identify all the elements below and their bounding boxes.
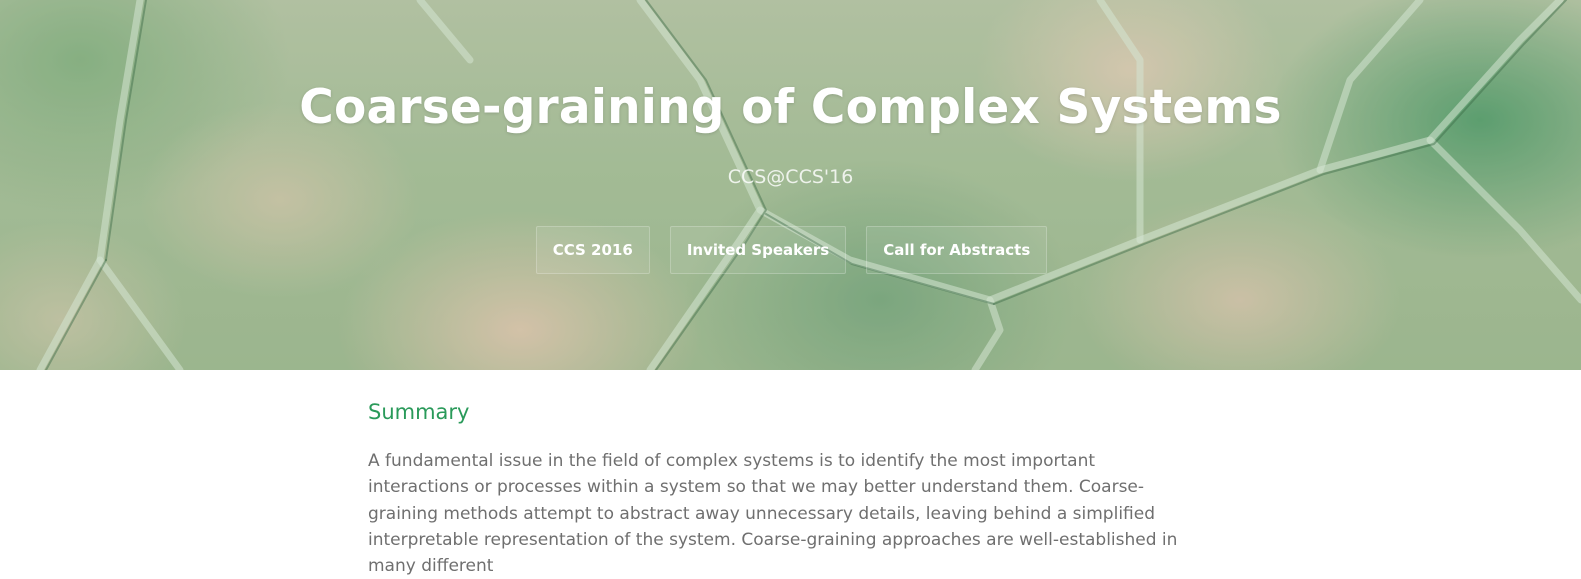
main-content: Summary A fundamental issue in the field… [368,400,1198,579]
hero-banner: Coarse-graining of Complex Systems CCS@C… [0,0,1581,370]
summary-heading: Summary [368,400,470,424]
hero-nav: CCS 2016 Invited Speakers Call for Abstr… [0,226,1581,274]
nav-button-ccs-2016[interactable]: CCS 2016 [535,226,650,274]
page-subtitle: CCS@CCS'16 [727,166,854,188]
hero-content: Coarse-graining of Complex Systems CCS@C… [0,0,1581,370]
nav-button-call-for-abstracts[interactable]: Call for Abstracts [866,226,1048,274]
nav-button-invited-speakers[interactable]: Invited Speakers [669,226,847,274]
page-title: Coarse-graining of Complex Systems [299,80,1282,135]
summary-paragraph: A fundamental issue in the field of comp… [368,451,1178,577]
